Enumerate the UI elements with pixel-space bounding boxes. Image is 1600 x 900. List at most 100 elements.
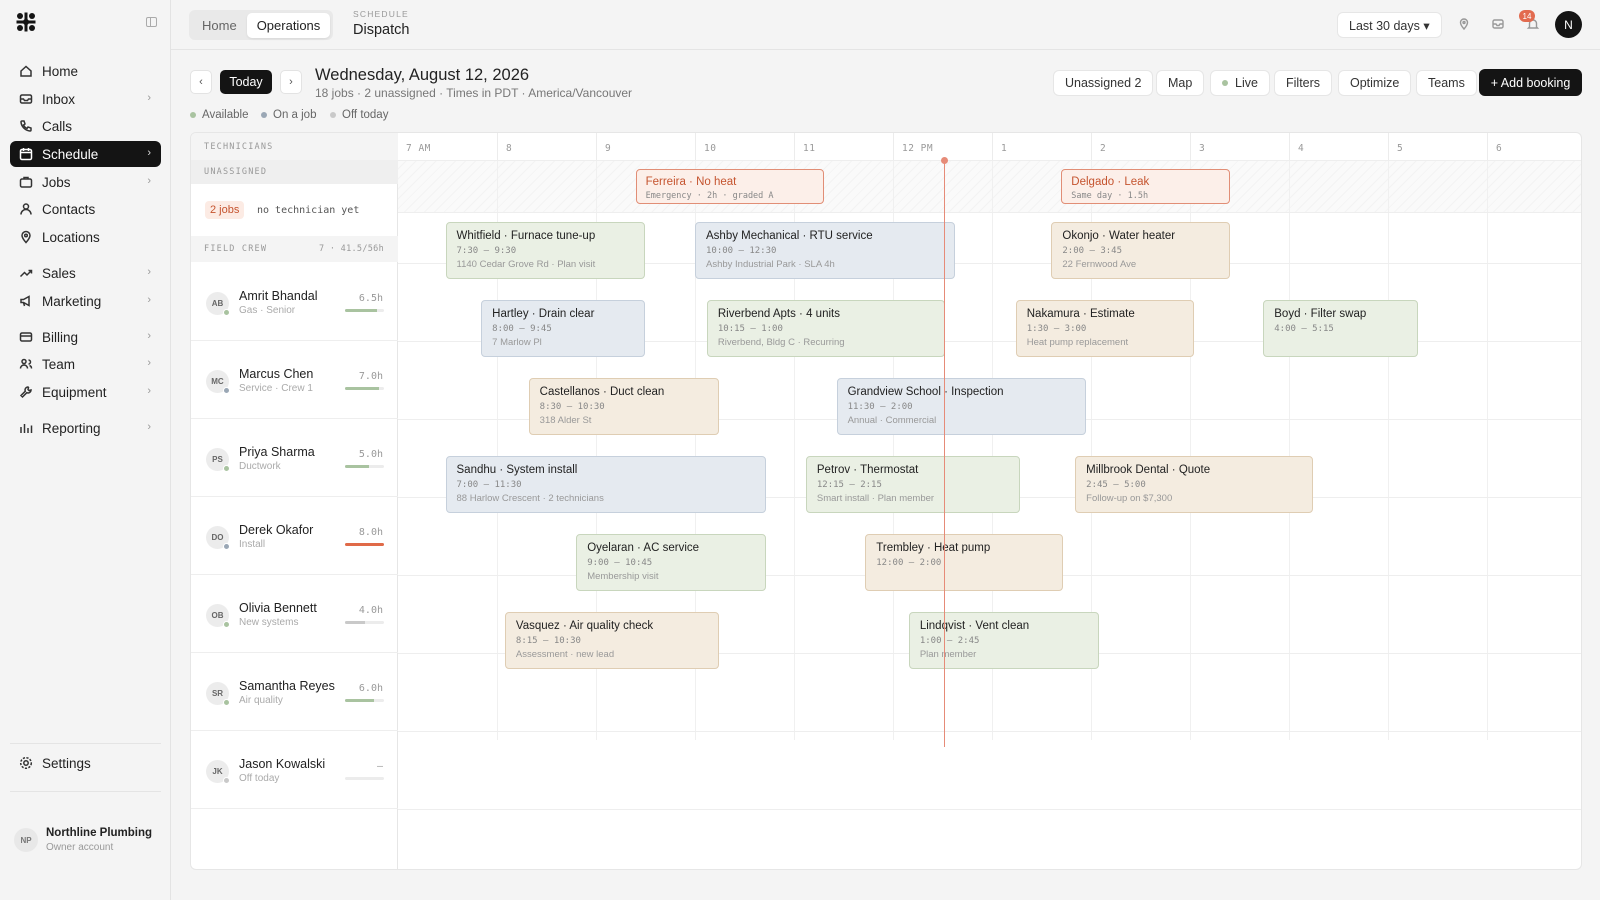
org-name[interactable]: Northline Plumbing (46, 827, 152, 839)
breadcrumb: Home Operations (189, 10, 334, 40)
notification-count-badge: 14 (1519, 10, 1535, 22)
nav-label: Contacts (42, 202, 96, 217)
job-card[interactable]: Sandhu · System install 7:00 — 11:30 88 Ha… (445, 456, 767, 513)
nav-team[interactable]: Team › (10, 351, 161, 377)
job-time: 2:00 — 3:45 (1062, 246, 1122, 256)
nav-home[interactable]: Home (10, 58, 161, 84)
job-time: 1:30 — 3:00 (1026, 324, 1087, 334)
row-gridline (398, 731, 1581, 732)
job-card[interactable]: Ashby Mechanical · RTU service 10:00 — 12… (695, 222, 956, 279)
inbox-tray-icon[interactable] (1491, 17, 1505, 31)
job-card[interactable]: Millbrook Dental · Quote 2:45 — 5:00 Follo… (1075, 456, 1313, 513)
job-time: 7:30 — 9:30 (456, 246, 517, 256)
nav-label: Locations (42, 230, 100, 245)
unassigned-count-badge[interactable]: 2 jobs (205, 201, 245, 219)
nav-label: Schedule (42, 147, 99, 162)
job-title: Ferreira · No heat (645, 176, 737, 188)
job-detail: Riverbend, Bldg C · Recurring (717, 337, 845, 348)
hour-label: 8 (497, 133, 596, 160)
nav-sales[interactable]: Sales › (10, 260, 161, 286)
org-avatar[interactable]: NP (14, 828, 38, 852)
nav-reporting[interactable]: Reporting › (10, 415, 161, 441)
job-detail: 22 Fernwood Ave (1062, 259, 1137, 270)
job-card[interactable]: Nakamura · Estimate 1:30 — 3:00 Heat pump … (1015, 300, 1194, 357)
user-avatar[interactable]: N (1555, 11, 1582, 38)
nav-marketing[interactable]: Marketing › (10, 288, 161, 314)
chevron-right-icon: › (147, 357, 151, 369)
pin-icon (21, 230, 31, 244)
job-title: Riverbend Apts · 4 units (717, 308, 840, 320)
org-role: Owner account (46, 842, 114, 853)
nav-billing[interactable]: Billing › (10, 324, 161, 350)
unassigned-job-card[interactable]: Ferreira · No heat Emergency · 2h · grade… (635, 169, 824, 204)
previous-day-button[interactable]: ‹ (190, 70, 212, 94)
hour-label: 2 (1091, 133, 1190, 160)
technician-role: Air quality (239, 695, 283, 706)
job-title: Millbrook Dental · Quote (1086, 464, 1211, 476)
live-button[interactable]: Live (1210, 70, 1270, 96)
technician-status-dot (223, 309, 230, 316)
technician-row[interactable]: DO Derek Okafor Install 8.0h (191, 497, 398, 575)
filters-button[interactable]: Filters (1274, 70, 1333, 96)
job-detail: Follow-up on $7,300 (1086, 493, 1173, 504)
technician-row[interactable]: AB Amrit Bhandal Gas · Senior 6.5h (191, 263, 398, 341)
job-card[interactable]: Hartley · Drain clear 8:00 — 9:45 7 Marlow… (481, 300, 646, 357)
job-time: 12:15 — 2:15 (816, 480, 882, 490)
technician-row[interactable]: MC Marcus Chen Service · Crew 1 7.0h (191, 341, 398, 419)
optimize-button[interactable]: Optimize (1338, 70, 1412, 96)
dispatch-board: TECHNICIANS UNASSIGNED 2 jobs no technic… (190, 132, 1582, 870)
breadcrumb-home[interactable]: Home (192, 13, 247, 38)
job-card[interactable]: Boyd · Filter swap 4:00 — 5:15 (1263, 300, 1418, 357)
unassigned-lane (398, 160, 1581, 212)
job-card[interactable]: Grandview School · Inspection 11:30 — 2:0… (836, 378, 1087, 435)
map-button[interactable]: Map (1156, 70, 1205, 96)
technician-row[interactable]: SR Samantha Reyes Air quality 6.0h (191, 653, 398, 731)
job-card[interactable]: Petrov · Thermostat 12:15 — 2:15 Smart ins… (805, 456, 1020, 513)
technician-row[interactable]: OB Olivia Bennett New systems 4.0h (191, 575, 398, 653)
nav-locations[interactable]: Locations (10, 224, 161, 250)
teams-button[interactable]: Teams (1416, 70, 1477, 96)
collapse-sidebar-icon[interactable] (146, 17, 157, 27)
today-button[interactable]: Today (220, 70, 272, 94)
technician-hours: 5.0h (358, 449, 383, 460)
date-range-dropdown[interactable]: Last 30 days ▾ (1337, 12, 1442, 38)
nav-calls[interactable]: Calls (10, 113, 161, 139)
job-card[interactable]: Castellanos · Duct clean 8:30 — 10:30 318 … (528, 378, 719, 435)
unassigned-button[interactable]: Unassigned 2 (1053, 70, 1154, 96)
hour-label: 10 (695, 133, 794, 160)
technician-load-fill (345, 309, 377, 312)
job-card[interactable]: Trembley · Heat pump 12:00 — 2:00 (865, 534, 1064, 591)
job-detail: Heat pump replacement (1026, 337, 1129, 348)
nav-jobs[interactable]: Jobs › (10, 169, 161, 195)
technician-row[interactable]: PS Priya Sharma Ductwork 5.0h (191, 419, 398, 497)
technician-load-bar (345, 465, 384, 468)
technician-load-bar (345, 621, 384, 624)
legend-dot (190, 112, 196, 118)
job-title: Grandview School · Inspection (847, 386, 1004, 398)
nav-schedule[interactable]: Schedule › (10, 141, 161, 167)
nav-inbox[interactable]: Inbox › (10, 86, 161, 112)
technician-hours: 6.5h (358, 293, 383, 304)
job-card[interactable]: Vasquez · Air quality check 8:15 — 10:30 A… (504, 612, 719, 669)
logo-icon[interactable] (16, 12, 36, 32)
nav-label: Equipment (42, 385, 107, 400)
job-detail: Smart install · Plan member (816, 493, 935, 504)
technician-row[interactable]: JK Jason Kowalski Off today — (191, 731, 398, 809)
sidebar: Home Inbox › Calls Schedule › Jobs › Contacts Loc… (0, 0, 171, 900)
location-pin-icon[interactable] (1457, 17, 1471, 31)
breadcrumb-operations[interactable]: Operations (246, 12, 331, 38)
nav-contacts[interactable]: Contacts (10, 196, 161, 222)
technician-status-dot (223, 387, 230, 394)
job-card[interactable]: Whitfield · Furnace tune-up 7:30 — 9:30 11… (445, 222, 646, 279)
job-card[interactable]: Oyelaran · AC service 9:00 — 10:45 Members… (576, 534, 767, 591)
job-card[interactable]: Lindqvist · Vent clean 1:00 — 2:45 Plan me… (908, 612, 1099, 669)
nav-equipment[interactable]: Equipment › (10, 379, 161, 405)
job-card[interactable]: Okonjo · Water heater 2:00 — 3:45 22 Fernw… (1051, 222, 1230, 279)
nav-settings[interactable]: Settings (10, 750, 161, 776)
unassigned-job-card[interactable]: Delgado · Leak Same day · 1.5h (1061, 169, 1230, 204)
chevron-right-icon: › (147, 294, 151, 306)
next-day-button[interactable]: › (280, 70, 302, 94)
job-card[interactable]: Riverbend Apts · 4 units 10:15 — 1:00 Rive… (706, 300, 946, 357)
add-booking-button[interactable]: + Add booking (1479, 69, 1582, 96)
job-title: Oyelaran · AC service (587, 542, 700, 554)
